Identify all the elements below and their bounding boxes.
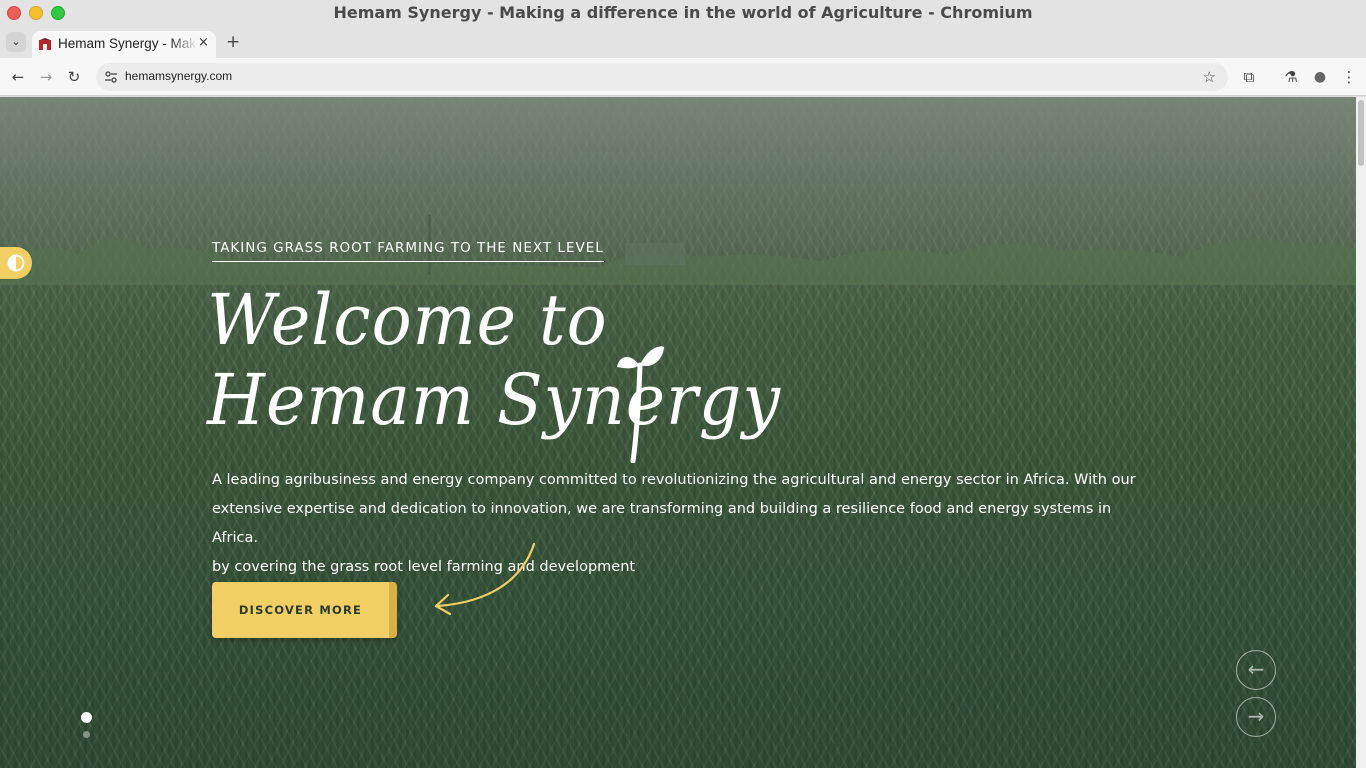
hero-description-text: A leading agribusiness and energy compan… (212, 472, 1136, 546)
extensions-icon[interactable]: ⧉ (1239, 67, 1259, 87)
page-scrollbar[interactable] (1356, 97, 1366, 768)
browser-toolbar: ← → ↻ hemamsynergy.com ☆ ⧉ ⚗ ● ⋮ (0, 58, 1366, 96)
curved-arrow-icon (434, 542, 536, 615)
hero-section: TAKING GRASS ROOT FARMING TO THE NEXT LE… (0, 97, 1366, 768)
back-button[interactable]: ← (8, 67, 28, 87)
hero-description-subtext: by covering the grass root level farming… (212, 559, 636, 575)
slider-dot-1[interactable] (80, 711, 92, 723)
reload-button[interactable]: ↻ (64, 67, 84, 87)
hero-title: Welcome to Hemam Synergy (207, 280, 781, 440)
background-treeline (0, 215, 1366, 285)
scrollbar-thumb[interactable] (1358, 100, 1364, 166)
slider-dot-2[interactable] (82, 730, 90, 738)
labs-icon[interactable]: ⚗ (1281, 67, 1301, 87)
new-tab-button[interactable]: + (226, 32, 240, 52)
tab-search-icon[interactable]: ⌄ (6, 32, 26, 52)
forward-button[interactable]: → (36, 67, 56, 87)
tab-strip: ⌄ Hemam Synergy - Making a difference in… (0, 28, 1366, 58)
hero-description: A leading agribusiness and energy compan… (212, 466, 1152, 582)
profile-avatar-icon[interactable]: ● (1310, 67, 1330, 87)
favicon-icon (39, 38, 51, 50)
contrast-toggle-button[interactable] (0, 247, 32, 279)
site-info-icon[interactable] (104, 70, 118, 84)
hero-title-line-1: Welcome to (207, 279, 608, 361)
contrast-icon (7, 254, 25, 272)
window-titlebar: Hemam Synergy - Making a difference in t… (0, 0, 1366, 28)
bookmark-star-icon[interactable]: ☆ (1203, 68, 1216, 86)
leaf-sprout-icon (617, 346, 664, 463)
tab-hemam-synergy[interactable]: Hemam Synergy - Making a difference in t… (32, 31, 216, 58)
slider-prev-button[interactable]: ← (1236, 650, 1276, 690)
hero-title-line-2: Hemam Synergy (207, 359, 781, 441)
discover-more-button[interactable]: DISCOVER MORE (212, 582, 397, 638)
hero-tagline: TAKING GRASS ROOT FARMING TO THE NEXT LE… (212, 240, 604, 262)
tab-title: Hemam Synergy - Making a difference in t… (58, 36, 198, 51)
slider-next-button[interactable]: → (1236, 697, 1276, 737)
url-text[interactable]: hemamsynergy.com (125, 69, 232, 83)
window-title: Hemam Synergy - Making a difference in t… (333, 3, 1033, 22)
browser-menu-icon[interactable]: ⋮ (1339, 67, 1359, 87)
tab-close-icon[interactable]: × (198, 35, 209, 50)
address-bar[interactable]: hemamsynergy.com ☆ (96, 63, 1228, 91)
